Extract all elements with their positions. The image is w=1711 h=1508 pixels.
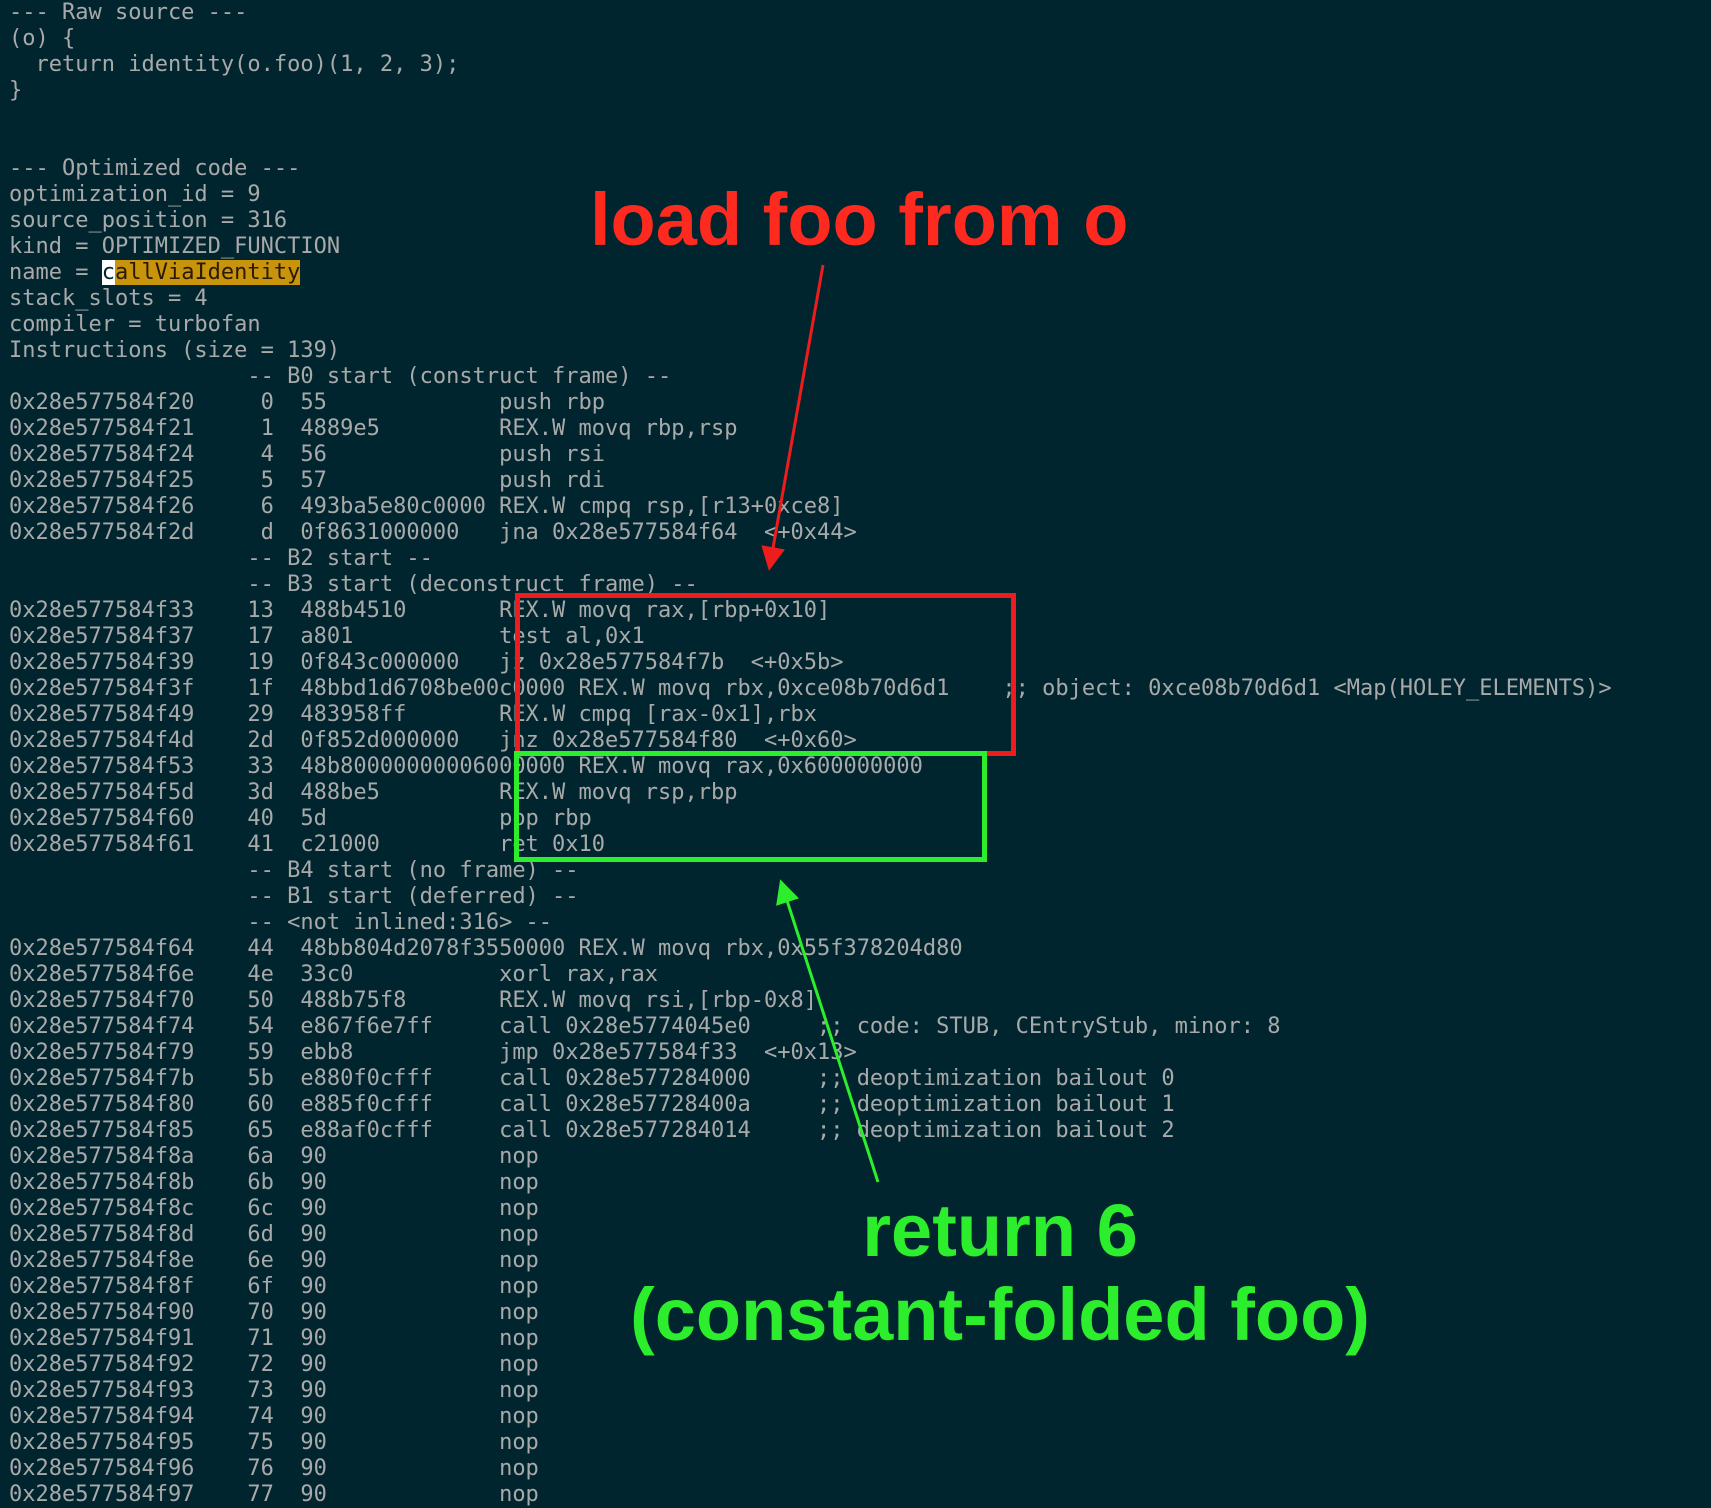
terminal-line: --- Raw source ---	[9, 0, 248, 25]
terminal-line: 0x28e577584f70 50 488b75f8 REX.W movq rs…	[9, 988, 817, 1013]
terminal-line: 0x28e577584f80 60 e885f0cfff call 0x28e5…	[9, 1092, 1175, 1117]
terminal-line: -- <not inlined:316> --	[9, 910, 553, 935]
terminal-line: return identity(o.foo)(1, 2, 3);	[9, 52, 460, 77]
terminal-line: 0x28e577584f93 73 90 nop	[9, 1378, 539, 1403]
terminal-line: -- B4 start (no frame) --	[9, 858, 579, 883]
terminal-line: 0x28e577584f7b 5b e880f0cfff call 0x28e5…	[9, 1066, 1175, 1091]
load-foo-annotation: load foo from o	[590, 178, 1129, 261]
terminal-line: 0x28e577584f3f 1f 48bbd1d6708be00c0000 R…	[9, 676, 1612, 701]
terminal-line: compiler = turbofan	[9, 312, 261, 337]
terminal-line: 0x28e577584f64 44 48bb804d2078f3550000 R…	[9, 936, 963, 961]
terminal-line: 0x28e577584f25 5 57 push rdi	[9, 468, 606, 493]
terminal-line: -- B1 start (deferred) --	[9, 884, 579, 909]
terminal-line: 0x28e577584f37 17 a801 test al,0x1	[9, 624, 645, 649]
name-label: name =	[9, 260, 102, 285]
terminal-line: 0x28e577584f33 13 488b4510 REX.W movq ra…	[9, 598, 831, 623]
terminal-line: 0x28e577584f5d 3d 488be5 REX.W movq rsp,…	[9, 780, 738, 805]
selected-function-name: allViaIdentity	[114, 260, 301, 285]
terminal-line: -- B2 start --	[9, 546, 433, 571]
terminal-line: 0x28e577584f97 77 90 nop	[9, 1482, 539, 1507]
terminal-line: Instructions (size = 139)	[9, 338, 341, 363]
terminal-screenshot: --- Raw source --- (o) { return identity(…	[0, 0, 1711, 1508]
terminal-line: 0x28e577584f95 75 90 nop	[9, 1430, 539, 1455]
terminal-line: (o) {	[9, 26, 76, 51]
terminal-line: 0x28e577584f79 59 ebb8 jmp 0x28e577584f3…	[9, 1040, 857, 1065]
terminal-line: 0x28e577584f60 40 5d pop rbp	[9, 806, 592, 831]
terminal-line: stack_slots = 4	[9, 286, 208, 311]
terminal-line: -- B3 start (deconstruct frame) --	[9, 572, 698, 597]
terminal-line: 0x28e577584f20 0 55 push rbp	[9, 390, 606, 415]
terminal-line: 0x28e577584f24 4 56 push rsi	[9, 442, 606, 467]
terminal-line: 0x28e577584f85 65 e88af0cfff call 0x28e5…	[9, 1118, 1175, 1143]
terminal-line: }	[9, 78, 23, 103]
terminal-line: 0x28e577584f61 41 c21000 ret 0x10	[9, 832, 606, 857]
terminal-line: 0x28e577584f8a 6a 90 nop	[9, 1144, 539, 1169]
terminal-line: 0x28e577584f2d d 0f8631000000 jna 0x28e5…	[9, 520, 857, 545]
terminal-line: 0x28e577584f53 33 48b80000000006000000 R…	[9, 754, 923, 779]
terminal-line: 0x28e577584f4d 2d 0f852d000000 jnz 0x28e…	[9, 728, 857, 753]
terminal-line: 0x28e577584f21 1 4889e5 REX.W movq rbp,r…	[9, 416, 738, 441]
terminal-line: 0x28e577584f49 29 483958ff REX.W cmpq [r…	[9, 702, 817, 727]
return-annotation-line1: return 6	[862, 1189, 1138, 1272]
terminal-line: 0x28e577584f6e 4e 33c0 xorl rax,rax	[9, 962, 659, 987]
terminal-line: 0x28e577584f96 76 90 nop	[9, 1456, 539, 1481]
terminal-line: -- B0 start (construct frame) --	[9, 364, 672, 389]
selection-cursor-char: c	[101, 260, 115, 285]
name-line: name = callViaIdentity	[9, 260, 1612, 286]
terminal-line: 0x28e577584f94 74 90 nop	[9, 1404, 539, 1429]
return-annotation-line2: (constant-folded foo)	[630, 1273, 1370, 1356]
terminal-line: 0x28e577584f26 6 493ba5e80c0000 REX.W cm…	[9, 494, 844, 519]
terminal-line: 0x28e577584f39 19 0f843c000000 jz 0x28e5…	[9, 650, 844, 675]
terminal-line: 0x28e577584f74 54 e867f6e7ff call 0x28e5…	[9, 1014, 1281, 1039]
